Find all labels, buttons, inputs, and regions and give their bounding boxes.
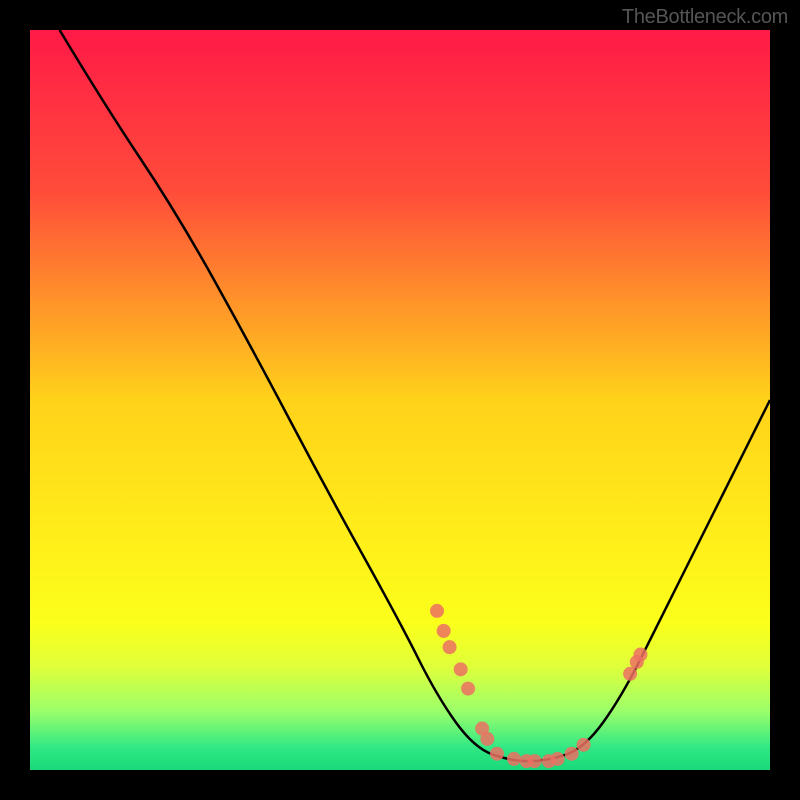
data-point: [430, 604, 444, 618]
bottleneck-chart: TheBottleneck.com: [0, 0, 800, 800]
data-point: [507, 752, 521, 766]
data-point: [634, 648, 648, 662]
data-point: [454, 662, 468, 676]
data-point: [461, 682, 475, 696]
data-point: [437, 624, 451, 638]
data-point: [528, 754, 542, 768]
data-point: [551, 752, 565, 766]
chart-plot: [0, 0, 800, 800]
data-point: [480, 732, 494, 746]
data-point: [565, 747, 579, 761]
gradient-background: [30, 30, 770, 770]
attribution-label: TheBottleneck.com: [622, 6, 788, 29]
data-point: [623, 667, 637, 681]
data-point: [490, 747, 504, 761]
data-point: [443, 640, 457, 654]
data-point: [577, 738, 591, 752]
